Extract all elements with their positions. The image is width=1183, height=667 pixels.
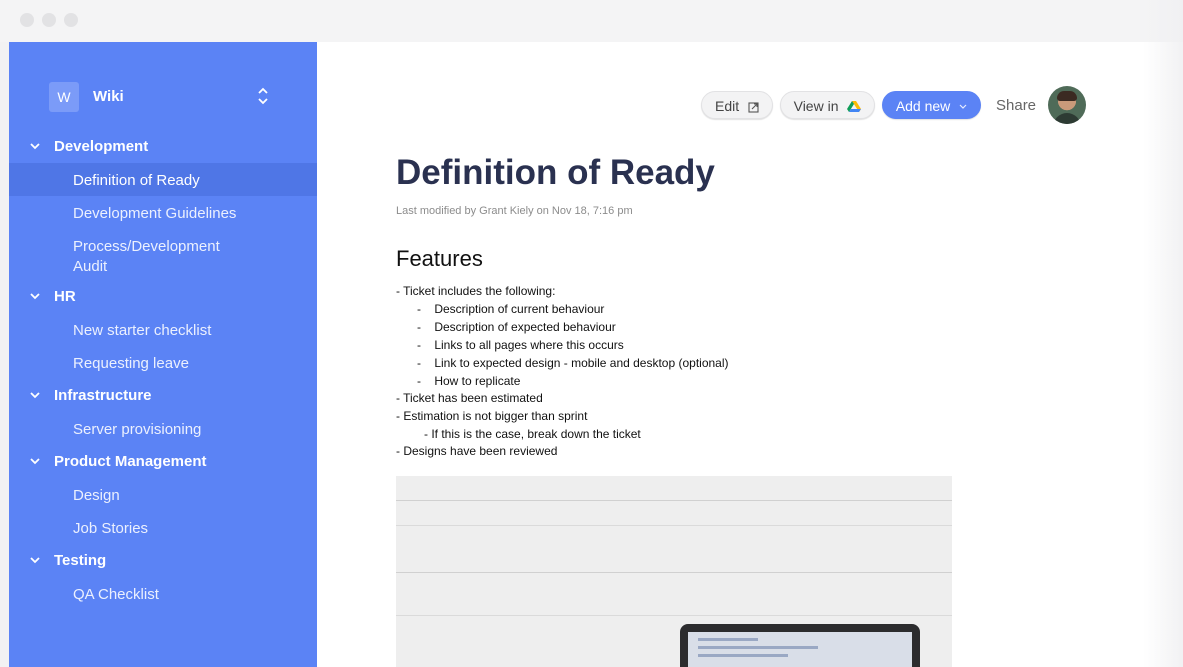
laptop-illustration	[680, 624, 920, 667]
avatar-hair	[1057, 91, 1077, 101]
avatar[interactable]	[1048, 86, 1086, 124]
window-close-button[interactable]	[20, 13, 34, 27]
workspace-badge[interactable]: W	[49, 82, 79, 112]
up-down-chevron-icon[interactable]	[256, 84, 270, 108]
screen-line	[698, 638, 758, 641]
content-line: - Ticket includes the following:	[396, 284, 556, 298]
last-modified-text: Last modified by Grant Kiely on Nov 18, …	[396, 205, 633, 217]
view-in-button-label: View in	[793, 98, 839, 114]
wood-plank-line	[396, 572, 952, 573]
content-line: - Link to expected design - mobile and d…	[417, 356, 729, 370]
view-in-drive-button[interactable]: View in	[780, 91, 875, 119]
features-heading: Features	[396, 246, 483, 271]
window-minimize-button[interactable]	[42, 13, 56, 27]
sidebar-item-label: Job Stories	[73, 520, 149, 537]
content-line: - Description of expected behaviour	[417, 320, 616, 334]
document-image	[396, 476, 952, 667]
wood-plank-line	[396, 615, 952, 616]
chevron-down-icon	[30, 293, 40, 300]
chevron-down-icon	[30, 392, 40, 399]
sidebar-item-label: Development Guidelines	[73, 205, 237, 222]
screen-line	[698, 654, 788, 657]
add-new-button[interactable]: Add new	[882, 91, 981, 119]
workspace-name[interactable]: Wiki	[93, 88, 124, 105]
edit-button[interactable]: Edit	[701, 91, 773, 119]
share-button[interactable]: Share	[996, 97, 1036, 114]
content-line: - Description of current behaviour	[417, 302, 605, 316]
content-line: - Ticket has been estimated	[396, 391, 543, 405]
sidebar-item-qa-checklist[interactable]: QA Checklist	[9, 577, 317, 610]
wood-plank-line	[396, 525, 952, 526]
sidebar-section-hr[interactable]: HR	[9, 280, 317, 313]
sidebar-section-product-management[interactable]: Product Management	[9, 445, 317, 478]
sidebar-section-development[interactable]: Development	[9, 130, 317, 163]
chevron-down-icon	[30, 458, 40, 465]
page-title: Definition of Ready	[396, 153, 715, 192]
sidebar-item-label: QA Checklist	[73, 586, 159, 603]
sidebar-item-label: Server provisioning	[73, 421, 202, 438]
chevron-down-icon	[30, 557, 40, 564]
sidebar-item-label: Requesting leave	[73, 355, 189, 372]
sidebar-item-job-stories[interactable]: Job Stories	[9, 511, 317, 544]
sidebar-section-label: Infrastructure	[54, 387, 152, 404]
external-link-icon	[748, 102, 759, 113]
window-shadow	[1143, 0, 1183, 667]
sidebar-section-label: HR	[54, 288, 76, 305]
sidebar-item-design[interactable]: Design	[9, 478, 317, 511]
content-line: - If this is the case, break down the ti…	[424, 427, 641, 441]
edit-button-label: Edit	[714, 98, 740, 114]
window-maximize-button[interactable]	[64, 13, 78, 27]
caret-down-icon	[959, 104, 967, 110]
content-line: - Estimation is not bigger than sprint	[396, 409, 588, 423]
add-new-button-label: Add new	[895, 98, 951, 114]
content-line: - How to replicate	[417, 374, 521, 388]
sidebar-section-infrastructure[interactable]: Infrastructure	[9, 379, 317, 412]
window-titlebar	[0, 0, 1183, 42]
chevron-down-icon	[30, 143, 40, 150]
sidebar-item-server-provisioning[interactable]: Server provisioning	[9, 412, 317, 445]
sidebar-section-testing[interactable]: Testing	[9, 544, 317, 577]
sidebar-item-label: Process/Development Audit	[73, 238, 220, 275]
sidebar-item-process-development-audit[interactable]: Process/Development Audit	[9, 229, 317, 281]
content-line: - Links to all pages where this occurs	[417, 338, 624, 352]
avatar-body	[1053, 113, 1081, 124]
laptop-screen	[688, 632, 912, 667]
screen-line	[698, 646, 818, 649]
wood-plank-line	[396, 500, 952, 501]
sidebar-section-label: Development	[54, 138, 149, 155]
sidebar-item-label: Design	[73, 487, 120, 504]
sidebar-item-definition-of-ready[interactable]: Definition of Ready	[9, 163, 317, 196]
window-frame	[0, 42, 9, 667]
sidebar-item-label: New starter checklist	[73, 322, 212, 339]
sidebar-item-new-starter-checklist[interactable]: New starter checklist	[9, 313, 317, 346]
sidebar: W Wiki Development Definition of Ready D…	[9, 42, 317, 667]
sidebar-item-label: Definition of Ready	[73, 172, 200, 189]
sidebar-item-development-guidelines[interactable]: Development Guidelines	[9, 196, 317, 229]
google-drive-icon	[847, 101, 862, 113]
content-line: - Designs have been reviewed	[396, 444, 558, 458]
sidebar-section-label: Product Management	[54, 453, 207, 470]
sidebar-section-label: Testing	[54, 552, 107, 569]
sidebar-item-requesting-leave[interactable]: Requesting leave	[9, 346, 317, 379]
